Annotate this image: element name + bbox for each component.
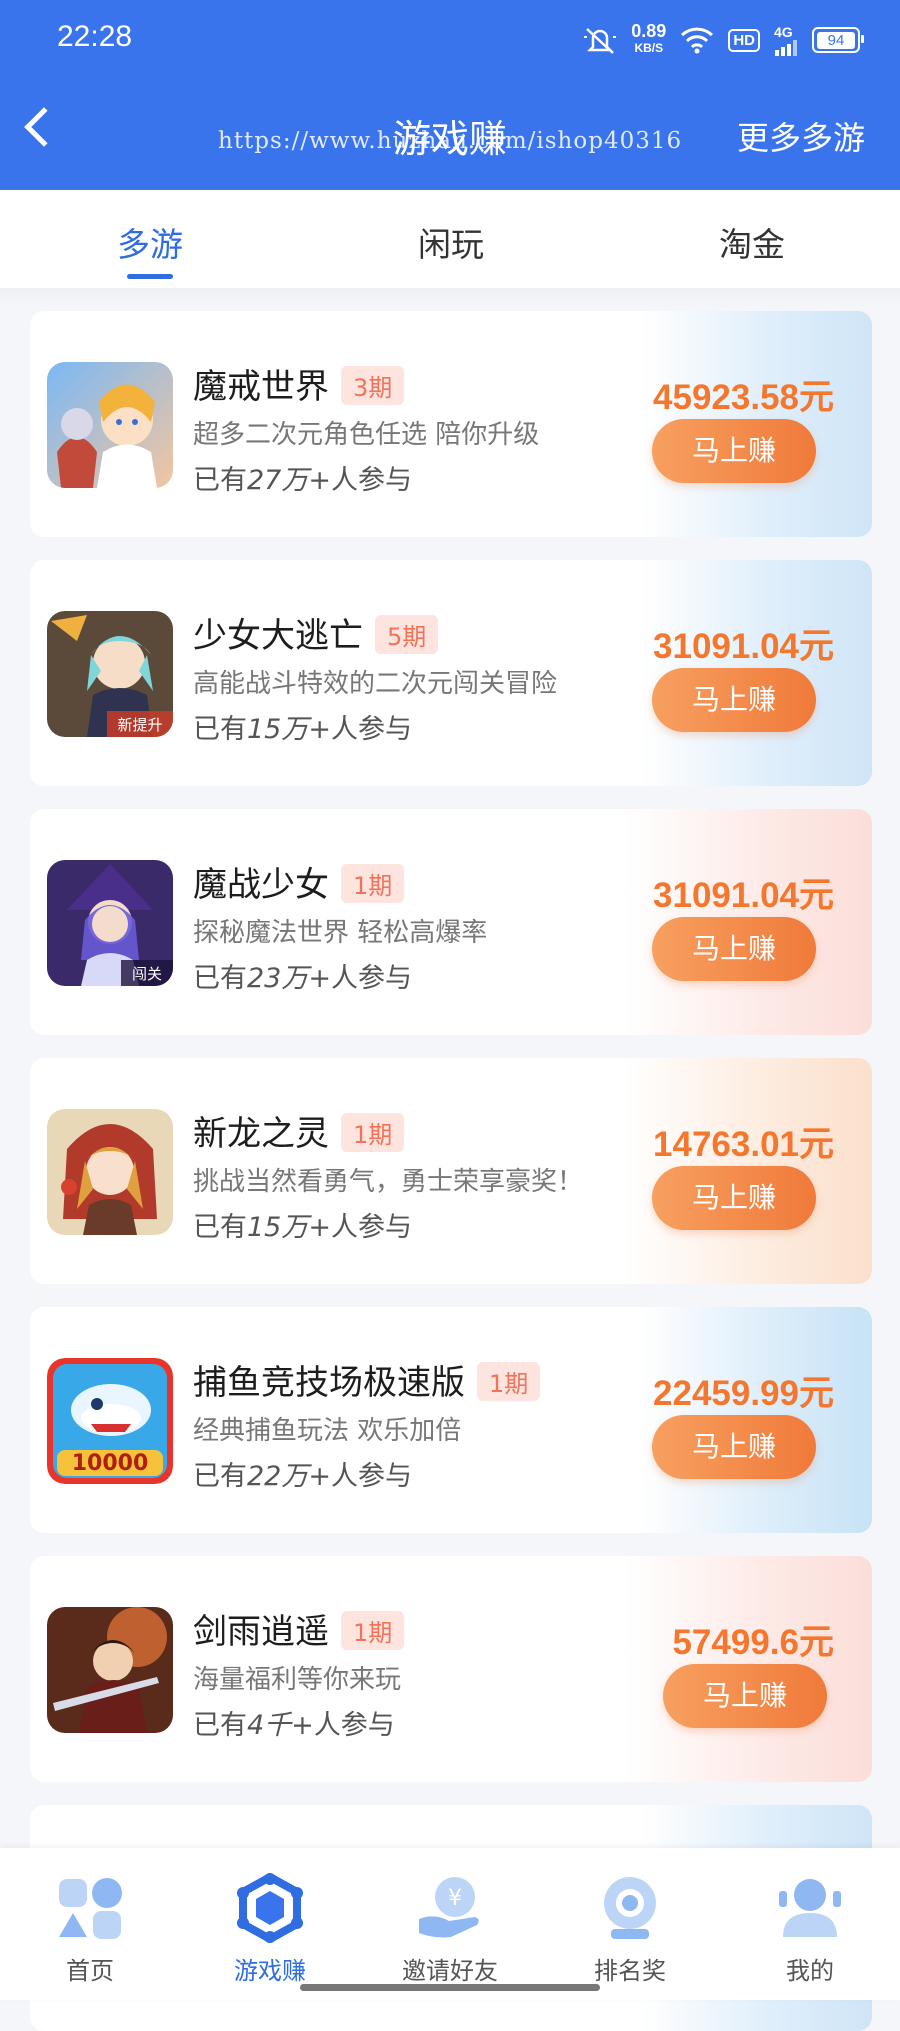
nav-home[interactable]: 首页 xyxy=(0,1848,180,2000)
game-description: 超多二次元角色任选 陪你升级 xyxy=(193,420,540,450)
game-name: 捕鱼竞技场极速版 1期 xyxy=(193,1355,541,1404)
reward-amount: 45923.58元 xyxy=(653,378,834,417)
nav-ranking[interactable]: 排名奖 xyxy=(540,1848,720,2000)
game-icon-xinlong[interactable] xyxy=(47,1109,173,1235)
profile-icon xyxy=(779,1879,841,1937)
period-badge: 5期 xyxy=(375,615,439,654)
tab-xianwan[interactable]: 闲玩 xyxy=(371,218,531,266)
nav-profile[interactable]: 我的 xyxy=(720,1848,900,2000)
reward-amount: 22459.99元 xyxy=(653,1374,834,1413)
game-description: 探秘魔法世界 轻松高爆率 xyxy=(193,918,488,948)
earn-now-button[interactable]: 马上赚 xyxy=(663,1664,827,1728)
game-icon-mozhan[interactable]: 闯关 xyxy=(47,860,173,986)
bottom-navigation: 首页 游戏赚 ¥ 邀请好友 排名奖 我的 xyxy=(0,1848,900,2000)
game-card[interactable]: 闯关 魔战少女 1期 探秘魔法世界 轻松高爆率 已有23万+人参与 31091.0… xyxy=(30,809,872,1035)
wifi-icon xyxy=(681,27,714,54)
game-name: 少女大逃亡 5期 xyxy=(193,608,439,657)
tab-bar: 多游 闲玩 淘金 xyxy=(0,190,900,288)
app-header: 22:28 0.89 KB/S HD 4G 94 游戏赚 https://www… xyxy=(0,0,900,190)
svg-text:10000: 10000 xyxy=(72,1451,149,1476)
participant-count: 已有27万+人参与 xyxy=(193,465,412,496)
invite-icon: ¥ xyxy=(419,1877,479,1938)
game-card[interactable]: 剑雨逍遥 1期 海量福利等你来玩 已有4千+人参与 57499.6元 马上赚 xyxy=(30,1556,872,1782)
hd-badge: HD xyxy=(728,28,760,52)
watermark-text: https://www.huzhan.com/ishop40316 xyxy=(218,128,683,154)
earn-now-button[interactable]: 马上赚 xyxy=(652,419,816,483)
participant-count: 已有22万+人参与 xyxy=(193,1461,412,1492)
reward-amount: 57499.6元 xyxy=(672,1623,834,1662)
game-name: 魔战少女 1期 xyxy=(193,857,405,906)
reward-amount: 14763.01元 xyxy=(653,1125,834,1164)
game-icon-mojie[interactable] xyxy=(47,362,173,488)
reward-amount: 31091.04元 xyxy=(653,627,834,666)
game-card[interactable]: 新提升 少女大逃亡 5期 高能战斗特效的二次元闯关冒险 已有15万+人参与 310… xyxy=(30,560,872,786)
svg-text:新提升: 新提升 xyxy=(117,716,162,734)
game-icon-shaonv[interactable]: 新提升 xyxy=(47,611,173,737)
game-description: 挑战当然看勇气，勇士荣享豪奖！ xyxy=(193,1167,584,1197)
period-badge: 3期 xyxy=(341,366,405,405)
status-time: 22:28 xyxy=(57,20,133,53)
game-icon-buyu[interactable]: 10000 xyxy=(47,1358,173,1484)
status-bar: 22:28 0.89 KB/S HD 4G 94 xyxy=(0,0,900,80)
earn-now-button[interactable]: 马上赚 xyxy=(652,1166,816,1230)
game-description: 经典捕鱼玩法 欢乐加倍 xyxy=(193,1416,462,1446)
nav-invite[interactable]: ¥ 邀请好友 xyxy=(360,1848,540,2000)
participant-count: 已有4千+人参与 xyxy=(193,1710,395,1741)
game-name: 剑雨逍遥 1期 xyxy=(193,1604,405,1653)
period-badge: 1期 xyxy=(341,1113,405,1152)
earn-now-button[interactable]: 马上赚 xyxy=(652,917,816,981)
tab-taojin[interactable]: 淘金 xyxy=(672,218,832,266)
svg-text:¥: ¥ xyxy=(448,1886,462,1911)
game-card[interactable]: 新龙之灵 1期 挑战当然看勇气，勇士荣享豪奖！ 已有15万+人参与 14763.0… xyxy=(30,1058,872,1284)
game-name: 新龙之灵 1期 xyxy=(193,1106,405,1155)
mute-bell-icon xyxy=(584,28,617,54)
svg-text:闯关: 闯关 xyxy=(132,965,162,983)
more-games-link[interactable]: 更多多游 xyxy=(737,113,865,159)
game-description: 海量福利等你来玩 xyxy=(193,1665,402,1695)
home-indicator-bar[interactable] xyxy=(300,1984,600,1991)
nav-game-earn[interactable]: 游戏赚 xyxy=(180,1848,360,2000)
reward-amount: 31091.04元 xyxy=(653,876,834,915)
active-tab-indicator xyxy=(127,274,173,279)
game-icon-jianyu[interactable] xyxy=(47,1607,173,1733)
signal-icon: 4G xyxy=(774,24,798,56)
home-icon xyxy=(59,1878,122,1939)
period-badge: 1期 xyxy=(341,864,405,903)
section-divider xyxy=(0,288,900,308)
game-card[interactable]: 魔戒世界 3期 超多二次元角色任选 陪你升级 已有27万+人参与 45923.58… xyxy=(30,311,872,537)
period-badge: 1期 xyxy=(477,1362,541,1401)
period-badge: 1期 xyxy=(341,1611,405,1650)
game-icon xyxy=(237,1873,303,1943)
battery-icon: 94 xyxy=(812,27,864,53)
participant-count: 已有15万+人参与 xyxy=(193,714,412,745)
ranking-icon xyxy=(604,1877,656,1939)
network-speed: 0.89 KB/S xyxy=(631,21,667,55)
game-description: 高能战斗特效的二次元闯关冒险 xyxy=(193,669,558,699)
tab-duoyou[interactable]: 多游 xyxy=(70,218,230,266)
game-card[interactable]: 10000 捕鱼竞技场极速版 1期 经典捕鱼玩法 欢乐加倍 已有22万+人参与 2… xyxy=(30,1307,872,1533)
game-name: 魔戒世界 3期 xyxy=(193,359,405,408)
earn-now-button[interactable]: 马上赚 xyxy=(652,1415,816,1479)
participant-count: 已有15万+人参与 xyxy=(193,1212,412,1243)
earn-now-button[interactable]: 马上赚 xyxy=(652,668,816,732)
participant-count: 已有23万+人参与 xyxy=(193,963,412,994)
status-icons: 0.89 KB/S HD 4G 94 xyxy=(583,20,864,60)
